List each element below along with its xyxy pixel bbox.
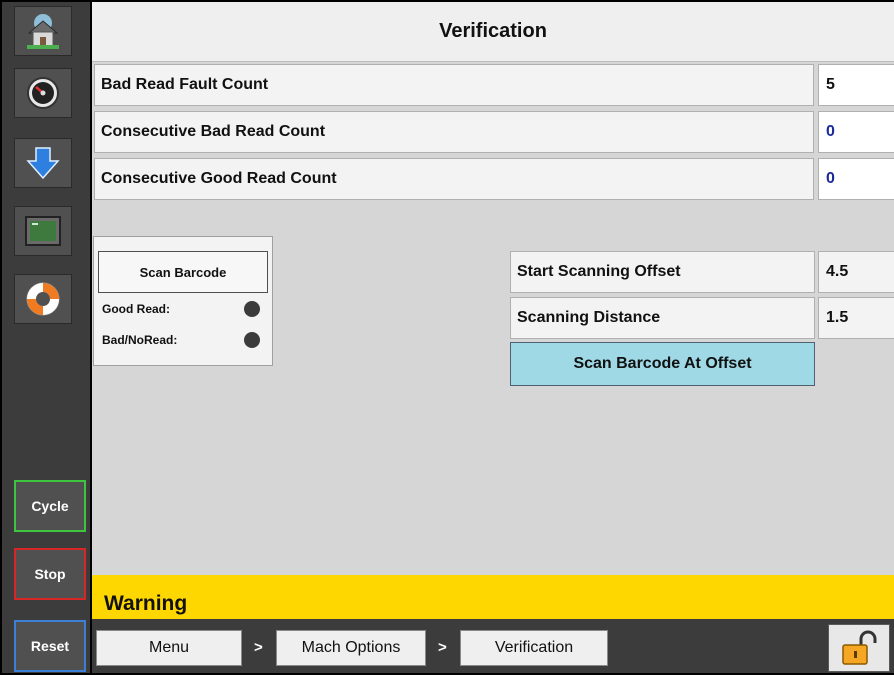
help-button[interactable] [14,274,72,324]
cpu-icon [25,216,61,246]
unlocked-padlock-icon [842,630,877,665]
warning-banner: Warning [92,575,894,619]
app-frame: Cycle Stop Reset Verification Bad Read F… [0,0,894,675]
good-read-indicator [244,301,260,317]
download-arrow-icon [26,147,60,180]
consecutive-good-read-count-value: 0 [818,158,894,200]
breadcrumb-mach-options[interactable]: Mach Options [276,630,426,666]
dashboard-button[interactable] [14,68,72,118]
gauge-icon [27,77,59,109]
lock-button[interactable] [828,624,890,672]
sidebar: Cycle Stop Reset [2,2,90,673]
stop-button[interactable]: Stop [14,548,86,600]
scanning-distance-label: Scanning Distance [510,297,815,339]
reset-button[interactable]: Reset [14,620,86,672]
scan-barcode-at-offset-button[interactable]: Scan Barcode At Offset [510,342,815,386]
breadcrumb-verification[interactable]: Verification [460,630,608,666]
bad-read-fault-count-label: Bad Read Fault Count [94,64,814,106]
consecutive-bad-read-count-label: Consecutive Bad Read Count [94,111,814,153]
consecutive-good-read-count-label: Consecutive Good Read Count [94,158,814,200]
page-title: Verification [92,2,894,62]
bad-read-fault-count-field[interactable]: 5 [818,64,894,106]
cycle-button[interactable]: Cycle [14,480,86,532]
good-read-label: Good Read: [102,302,170,316]
home-button[interactable] [14,6,72,56]
home-icon [27,14,59,49]
bad-read-label: Bad/NoRead: [102,333,178,347]
scan-barcode-button[interactable]: Scan Barcode [98,251,268,293]
download-button[interactable] [14,138,72,188]
main-panel: Verification Bad Read Fault Count 5 Cons… [92,2,894,673]
consecutive-bad-read-count-value: 0 [818,111,894,153]
cpu-button[interactable] [14,206,72,256]
lifebuoy-icon [26,282,60,316]
breadcrumb-separator: > [438,639,447,656]
scan-panel: Scan Barcode Good Read: Bad/NoRead: [93,236,273,366]
bad-read-indicator [244,332,260,348]
breadcrumb-separator: > [254,639,263,656]
breadcrumb: Menu > Mach Options > Verification [92,619,894,673]
start-scanning-offset-field[interactable]: 4.5 [818,251,894,293]
scanning-distance-field[interactable]: 1.5 [818,297,894,339]
start-scanning-offset-label: Start Scanning Offset [510,251,815,293]
breadcrumb-menu[interactable]: Menu [96,630,242,666]
